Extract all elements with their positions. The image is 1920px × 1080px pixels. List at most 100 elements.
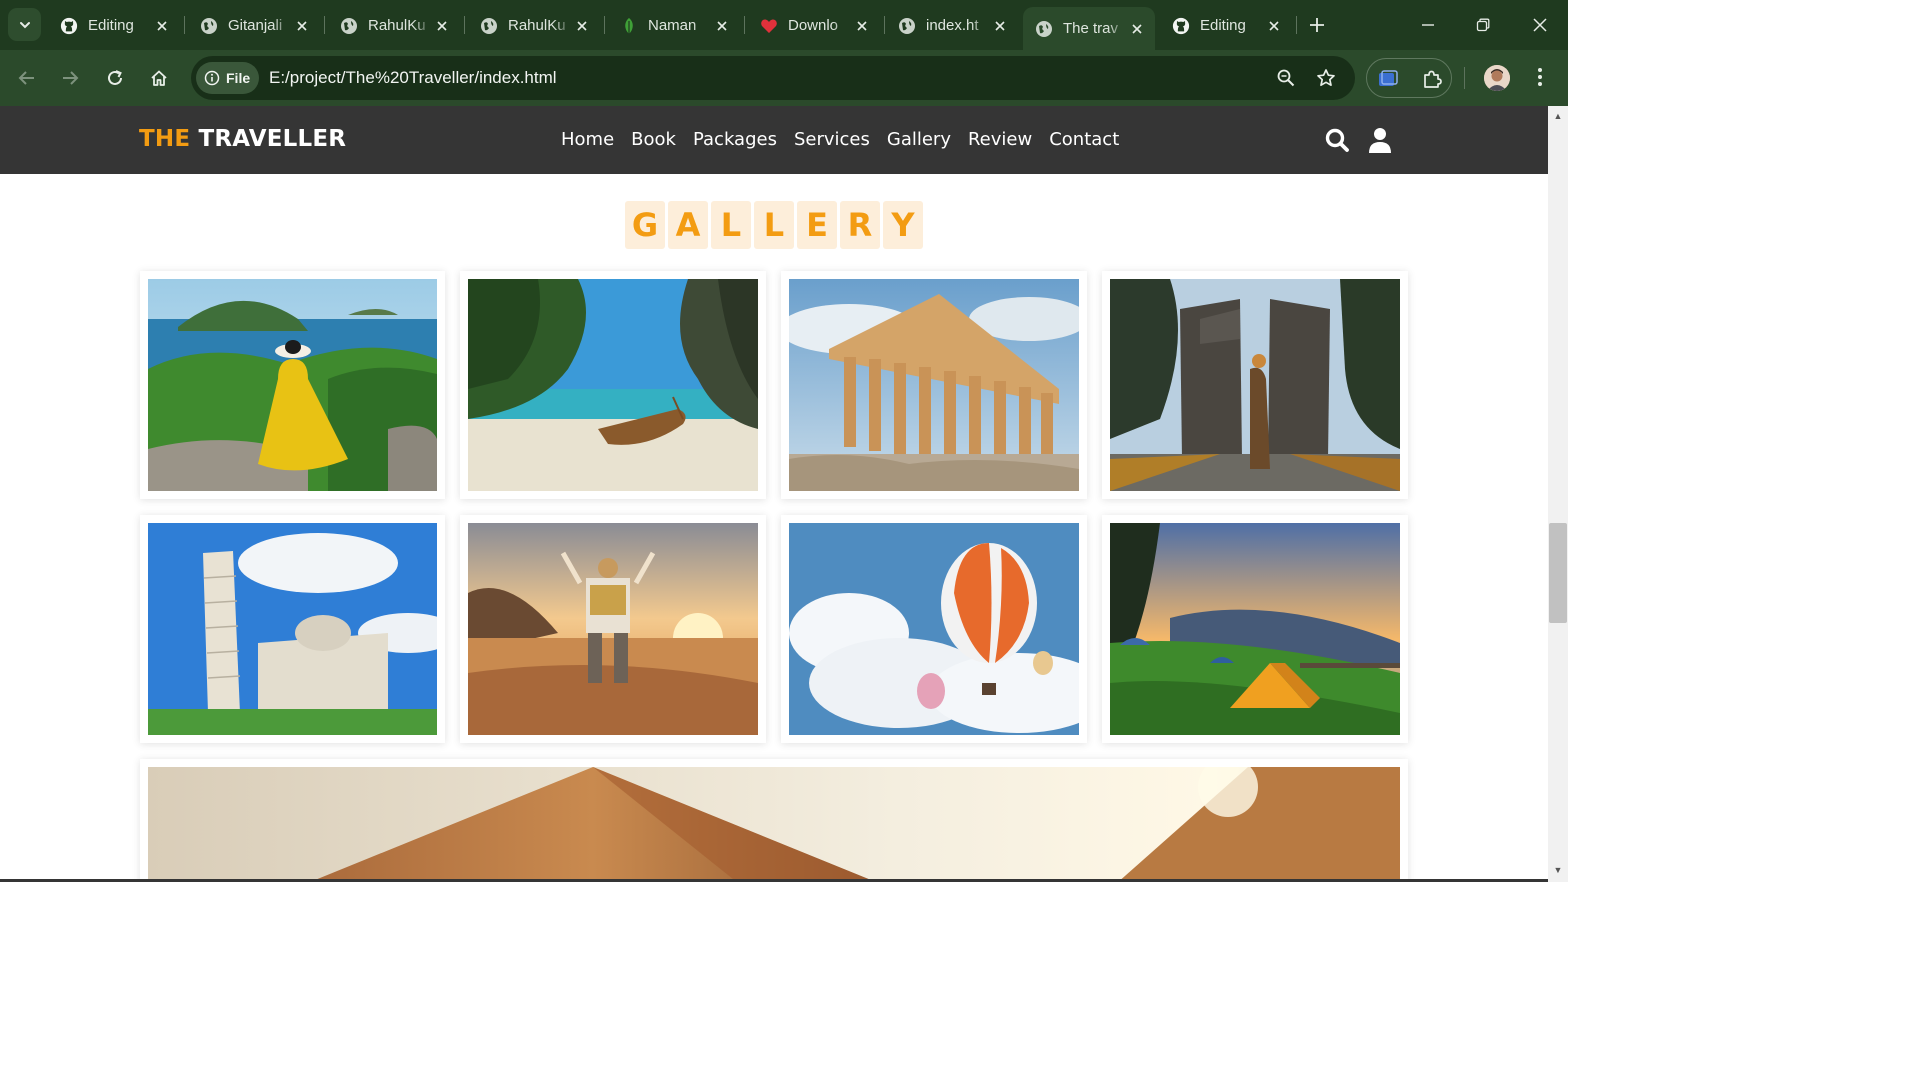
address-bar[interactable]: File E:/project/The%20Traveller/index.ht…	[191, 56, 1355, 100]
tab-separator	[1296, 16, 1297, 34]
close-window-button[interactable]	[1525, 10, 1555, 40]
browser-menu-button[interactable]	[1528, 62, 1552, 92]
globe-icon	[200, 17, 218, 35]
globe-icon	[340, 17, 358, 35]
scroll-up-arrow-icon[interactable]: ▲	[1552, 110, 1564, 122]
heading-letter: L	[754, 201, 794, 249]
login-button[interactable]	[1366, 126, 1394, 154]
browser-tab[interactable]: Downlo	[748, 8, 880, 43]
heading-letter: G	[625, 201, 665, 249]
site-navigation: Home Book Packages Services Gallery Revi…	[561, 129, 1119, 150]
star-icon	[1317, 69, 1335, 87]
close-icon[interactable]	[1264, 16, 1284, 36]
new-tab-button[interactable]	[1304, 12, 1330, 38]
tab-search-button[interactable]	[8, 8, 41, 41]
browser-tab[interactable]: index.ht	[886, 8, 1018, 43]
gallery-card[interactable]	[460, 515, 766, 743]
browser-toolbar: File E:/project/The%20Traveller/index.ht…	[0, 50, 1568, 106]
extensions-group	[1366, 58, 1452, 98]
extensions-menu-button[interactable]	[1419, 66, 1445, 92]
scrollbar-thumb[interactable]	[1549, 523, 1567, 623]
search-button[interactable]	[1323, 126, 1351, 154]
tab-separator	[464, 16, 465, 34]
close-icon[interactable]	[1127, 19, 1147, 39]
site-logo[interactable]: THE TRAVELLER	[139, 126, 346, 152]
page-scrollbar[interactable]	[1548, 106, 1568, 882]
gallery-card[interactable]	[460, 271, 766, 499]
gallery-card[interactable]	[140, 271, 445, 499]
zoom-icon	[1277, 69, 1295, 87]
tab-title: The trav	[1063, 20, 1119, 37]
close-icon[interactable]	[712, 16, 732, 36]
gallery-card[interactable]	[140, 515, 445, 743]
browser-tab[interactable]: RahulKu	[328, 8, 460, 43]
gallery-image-parthenon	[789, 279, 1079, 491]
site-info-chip[interactable]: File	[196, 62, 260, 94]
tab-separator	[184, 16, 185, 34]
nav-link-packages[interactable]: Packages	[693, 129, 777, 150]
browser-tab[interactable]: Naman	[608, 8, 740, 43]
zoom-button[interactable]	[1275, 67, 1297, 89]
close-icon[interactable]	[572, 16, 592, 36]
nav-link-book[interactable]: Book	[631, 129, 676, 150]
nav-link-gallery[interactable]: Gallery	[887, 129, 951, 150]
browser-tab[interactable]: Gitanjali	[188, 8, 320, 43]
gallery-card[interactable]	[781, 515, 1087, 743]
search-icon	[1325, 128, 1349, 152]
gallery-card[interactable]	[781, 271, 1087, 499]
tab-title: RahulKu	[368, 17, 426, 34]
leaf-icon	[620, 17, 638, 35]
arrow-left-icon	[18, 71, 34, 85]
home-button[interactable]	[142, 61, 176, 95]
tab-title: index.ht	[926, 17, 979, 34]
gallery-card-wide[interactable]	[140, 759, 1408, 882]
heading-letter: R	[840, 201, 880, 249]
heading-letter: A	[668, 201, 708, 249]
gallery-image-camping-sunset	[1110, 523, 1400, 735]
reload-icon	[108, 70, 122, 85]
nav-link-review[interactable]: Review	[968, 129, 1032, 150]
site-header: THE TRAVELLER Home Book Packages Service…	[0, 106, 1548, 174]
arrow-right-icon	[63, 71, 79, 85]
nav-link-services[interactable]: Services	[794, 129, 870, 150]
user-icon	[1369, 128, 1391, 153]
minimize-button[interactable]	[1413, 10, 1443, 40]
nav-link-contact[interactable]: Contact	[1049, 129, 1119, 150]
close-icon[interactable]	[990, 16, 1010, 36]
github-icon	[60, 17, 78, 35]
forward-button[interactable]	[53, 61, 87, 95]
gallery-card[interactable]	[1102, 271, 1408, 499]
info-icon	[204, 70, 220, 86]
profile-avatar[interactable]	[1484, 65, 1510, 91]
tab-separator	[884, 16, 885, 34]
close-icon[interactable]	[152, 16, 172, 36]
page-viewport: THE TRAVELLER Home Book Packages Service…	[0, 106, 1548, 882]
nav-link-home[interactable]: Home	[561, 129, 614, 150]
gallery-card[interactable]	[1102, 515, 1408, 743]
browser-tab-active[interactable]: The trav	[1023, 7, 1155, 50]
globe-icon	[480, 17, 498, 35]
close-icon[interactable]	[292, 16, 312, 36]
plus-icon	[1310, 18, 1324, 32]
reload-button[interactable]	[98, 61, 132, 95]
browser-tab[interactable]: Editing	[48, 8, 180, 43]
gallery-image-pisa-tower	[148, 523, 437, 735]
gallery-image-pyramids	[148, 767, 1400, 882]
browser-tab[interactable]: RahulKu	[468, 8, 600, 43]
restore-button[interactable]	[1468, 10, 1498, 40]
gallery-image-hot-air-balloons	[789, 523, 1079, 735]
heading-letter: L	[711, 201, 751, 249]
gallery-image-bali-gate	[1110, 279, 1400, 491]
scroll-down-arrow-icon[interactable]: ▼	[1552, 864, 1564, 876]
close-icon	[1533, 18, 1547, 32]
extension-button[interactable]	[1375, 66, 1401, 92]
url-text[interactable]: E:/project/The%20Traveller/index.html	[269, 68, 557, 88]
bookmark-button[interactable]	[1315, 67, 1337, 89]
close-icon[interactable]	[432, 16, 452, 36]
minimize-icon	[1422, 24, 1434, 26]
github-icon	[1172, 17, 1190, 35]
back-button[interactable]	[10, 61, 44, 95]
close-icon[interactable]	[852, 16, 872, 36]
tab-title: Downlo	[788, 17, 839, 34]
browser-tab[interactable]: Editing	[1160, 8, 1292, 43]
